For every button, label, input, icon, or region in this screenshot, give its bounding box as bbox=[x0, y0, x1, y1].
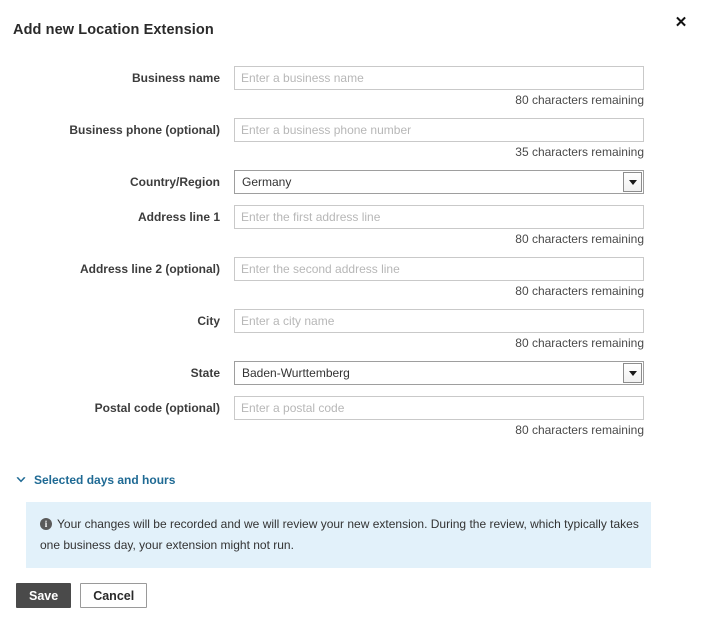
field-row-country-region: Country/Region Germany bbox=[0, 170, 704, 194]
counter-row-address-line-1: 80 characters remaining bbox=[0, 229, 704, 250]
control-state: Baden-Wurttemberg bbox=[234, 361, 644, 385]
input-business-name[interactable] bbox=[234, 66, 644, 90]
spacer bbox=[0, 302, 704, 309]
spacer bbox=[0, 198, 704, 205]
spacer bbox=[0, 163, 704, 170]
notice-text: Your changes will be recorded and we wil… bbox=[40, 517, 639, 552]
counter-row-postal-code: 80 characters remaining bbox=[0, 420, 704, 441]
review-notice: iYour changes will be recorded and we wi… bbox=[26, 502, 651, 568]
control-address-line-1 bbox=[234, 205, 644, 229]
counter-city: 80 characters remaining bbox=[234, 333, 644, 354]
control-address-line-2 bbox=[234, 257, 644, 281]
counter-postal-code: 80 characters remaining bbox=[234, 420, 644, 441]
field-row-city: City bbox=[0, 309, 704, 333]
notice-content: iYour changes will be recorded and we wi… bbox=[40, 514, 639, 556]
label-postal-code: Postal code (optional) bbox=[0, 396, 220, 420]
counter-row-business-name: 80 characters remaining bbox=[0, 90, 704, 111]
label-country-region: Country/Region bbox=[0, 170, 220, 194]
field-row-business-phone: Business phone (optional) bbox=[0, 118, 704, 142]
field-row-postal-code: Postal code (optional) bbox=[0, 396, 704, 420]
control-country-region: Germany bbox=[234, 170, 644, 194]
input-postal-code[interactable] bbox=[234, 396, 644, 420]
spacer bbox=[0, 250, 704, 257]
cancel-button[interactable]: Cancel bbox=[80, 583, 147, 608]
spacer bbox=[0, 354, 704, 361]
label-business-phone: Business phone (optional) bbox=[0, 118, 220, 142]
counter-address-line-2: 80 characters remaining bbox=[234, 281, 644, 302]
select-value-country-region: Germany bbox=[242, 171, 617, 193]
input-business-phone[interactable] bbox=[234, 118, 644, 142]
control-postal-code bbox=[234, 396, 644, 420]
counter-business-phone: 35 characters remaining bbox=[234, 142, 644, 163]
input-address-line-2[interactable] bbox=[234, 257, 644, 281]
location-extension-form: Business name 80 characters remaining Busi… bbox=[0, 66, 704, 448]
control-business-name bbox=[234, 66, 644, 90]
input-city[interactable] bbox=[234, 309, 644, 333]
counter-row-address-line-2: 80 characters remaining bbox=[0, 281, 704, 302]
label-city: City bbox=[0, 309, 220, 333]
save-button[interactable]: Save bbox=[16, 583, 71, 608]
select-state[interactable]: Baden-Wurttemberg bbox=[234, 361, 644, 385]
dropdown-arrow-icon-state[interactable] bbox=[623, 363, 642, 383]
close-icon[interactable]: ✕ bbox=[672, 14, 690, 32]
selected-days-and-hours-label: Selected days and hours bbox=[34, 473, 175, 487]
control-business-phone bbox=[234, 118, 644, 142]
counter-row-business-phone: 35 characters remaining bbox=[0, 142, 704, 163]
label-address-line-2: Address line 2 (optional) bbox=[0, 257, 220, 281]
label-business-name: Business name bbox=[0, 66, 220, 90]
chevron-down-icon bbox=[15, 474, 27, 486]
page-title: Add new Location Extension bbox=[13, 22, 214, 38]
selected-days-and-hours-toggle[interactable]: Selected days and hours bbox=[15, 473, 175, 487]
spacer bbox=[0, 389, 704, 396]
field-row-business-name: Business name bbox=[0, 66, 704, 90]
dialog-actions: Save Cancel bbox=[16, 583, 147, 608]
select-country-region[interactable]: Germany bbox=[234, 170, 644, 194]
counter-address-line-1: 80 characters remaining bbox=[234, 229, 644, 250]
field-row-address-line-1: Address line 1 bbox=[0, 205, 704, 229]
info-icon: i bbox=[40, 518, 52, 530]
dropdown-arrow-icon-country-region[interactable] bbox=[623, 172, 642, 192]
field-row-address-line-2: Address line 2 (optional) bbox=[0, 257, 704, 281]
counter-row-city: 80 characters remaining bbox=[0, 333, 704, 354]
label-state: State bbox=[0, 361, 220, 385]
input-address-line-1[interactable] bbox=[234, 205, 644, 229]
label-address-line-1: Address line 1 bbox=[0, 205, 220, 229]
control-city bbox=[234, 309, 644, 333]
select-value-state: Baden-Wurttemberg bbox=[242, 362, 617, 384]
counter-business-name: 80 characters remaining bbox=[234, 90, 644, 111]
spacer bbox=[0, 111, 704, 118]
field-row-state: State Baden-Wurttemberg bbox=[0, 361, 704, 385]
spacer bbox=[0, 441, 704, 448]
